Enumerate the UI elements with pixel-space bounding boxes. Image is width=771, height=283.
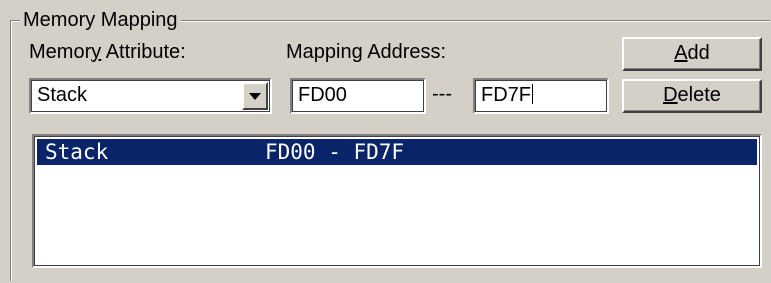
- list-item-range: FD00 - FD7F: [265, 140, 405, 164]
- memory-map-list[interactable]: Stack FD00 - FD7F: [32, 134, 762, 268]
- memory-attribute-value: Stack: [37, 84, 88, 106]
- add-button[interactable]: Add: [622, 37, 762, 71]
- text-caret: [532, 84, 533, 104]
- memory-attribute-label: Memory Attribute:: [29, 41, 186, 63]
- memory-attribute-select[interactable]: Stack: [29, 78, 272, 114]
- end-address-input[interactable]: FD7F: [473, 78, 609, 114]
- delete-button[interactable]: Delete: [622, 79, 762, 113]
- address-separator: ---: [432, 83, 452, 105]
- mapping-address-label: Mapping Address:: [286, 41, 447, 63]
- start-address-input[interactable]: FD00: [290, 78, 426, 114]
- list-item[interactable]: Stack FD00 - FD7F: [37, 139, 757, 165]
- memory-mapping-panel: Memory Mapping Memory Attribute: Mapping…: [0, 0, 771, 283]
- groupbox-title: Memory Mapping: [20, 8, 181, 32]
- chevron-down-icon[interactable]: [242, 82, 268, 110]
- list-item-attribute: Stack: [45, 140, 109, 164]
